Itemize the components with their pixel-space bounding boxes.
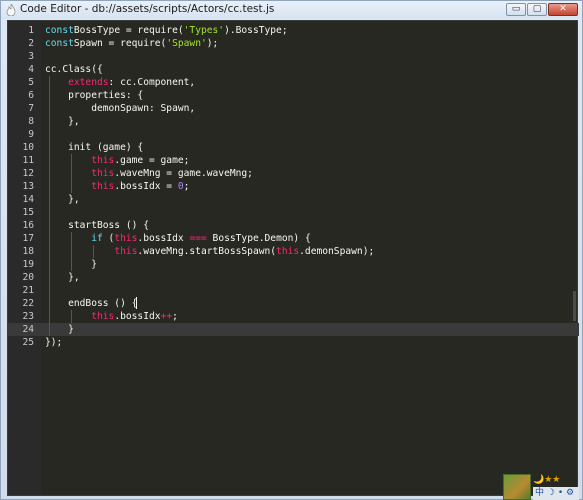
code-text: this.waveMng.startBossSpawn(this.demonSp… [114,246,375,257]
code-line[interactable]: 17 if (this.bossIdx === BossType.Demon) … [8,232,579,245]
code-line[interactable]: 10 init (game) { [8,141,579,154]
line-number: 1 [28,25,34,36]
code-line[interactable]: 22 endBoss () { [8,297,579,310]
system-tray[interactable]: 🌙★★ 中 ☽ • ⚙ [503,474,581,500]
code-line[interactable]: 4 cc.Class({ [8,63,579,76]
line-number: 9 [28,129,34,140]
line-number: 3 [28,51,34,62]
editor-panel[interactable]: 1 constBossType = require('Types').BossTy… [7,20,579,496]
code-editor-window: Code Editor - db://assets/scripts/Actors… [0,0,583,500]
line-number: 17 [22,233,34,244]
code-line[interactable]: 5 extends: cc.Component, [8,76,579,89]
title-bar[interactable]: Code Editor - db://assets/scripts/Actors… [1,1,582,19]
line-number: 10 [22,142,34,153]
code-line[interactable]: 6 properties: { [8,89,579,102]
code-text: }, [45,116,80,127]
line-number: 5 [28,77,34,88]
code-line[interactable]: 9 [8,128,579,141]
minimize-button[interactable]: ▭ [506,3,526,16]
app-flame-icon [6,4,16,16]
line-number: 4 [28,64,34,75]
line-number: 8 [28,116,34,127]
indent-guide [93,245,94,258]
code-line[interactable]: 24 } [8,323,579,336]
line-number: 25 [22,337,34,348]
code-text: constBossType = require('Types').BossTyp… [45,25,288,36]
line-number: 21 [22,285,34,296]
line-number: 22 [22,298,34,309]
ime-indicator[interactable]: 中 ☽ • ⚙ [533,487,579,500]
code-text: properties: { [45,90,144,101]
indent-guide [71,310,72,323]
code-text: cc.Class({ [45,64,103,75]
line-number: 7 [28,103,34,114]
ime-settings-icon: ☽ • ⚙ [546,488,575,498]
line-number: 20 [22,272,34,283]
window-title: Code Editor - db://assets/scripts/Actors… [20,3,275,15]
code-text: constSpawn = require('Spawn'); [45,38,219,49]
line-number: 11 [22,155,34,166]
avatar[interactable] [503,474,531,500]
code-line[interactable]: 25}); [8,336,579,349]
code-line[interactable]: 1 constBossType = require('Types').BossTy… [8,24,579,37]
code-text: this.bossIdx = 0; [91,181,190,192]
indent-guide [49,76,50,336]
line-number: 24 [22,324,34,335]
line-number: 13 [22,181,34,192]
code-text: startBoss () { [45,220,149,231]
code-line[interactable]: 2 constSpawn = require('Spawn'); [8,37,579,50]
code-line[interactable]: 11 this.game = game; [8,154,579,167]
code-line[interactable]: 15 [8,206,579,219]
code-line[interactable]: 19 } [8,258,579,271]
maximize-button[interactable]: ▢ [527,3,547,16]
line-number: 12 [22,168,34,179]
code-text: if (this.bossIdx === BossType.Demon) { [91,233,311,244]
code-line[interactable]: 14 }, [8,193,579,206]
code-text: }, [45,272,80,283]
code-line[interactable]: 23 this.bossIdx++; [8,310,579,323]
code-text: }, [45,194,80,205]
close-button[interactable]: ✕ [548,3,578,16]
line-number: 15 [22,207,34,218]
code-text: endBoss () { [45,298,138,309]
code-line[interactable]: 7 demonSpawn: Spawn, [8,102,579,115]
code-text: }); [45,337,63,348]
line-number: 6 [28,90,34,101]
code-text: this.bossIdx++; [91,311,178,322]
code-line[interactable]: 12 this.waveMng = game.waveMng; [8,167,579,180]
code-line[interactable]: 3 [8,50,579,63]
line-number: 2 [28,38,34,49]
code-text: this.waveMng = game.waveMng; [91,168,253,179]
ime-language-label: 中 [535,488,545,498]
text-cursor [136,297,137,309]
line-number: 16 [22,220,34,231]
code-line[interactable]: 8 }, [8,115,579,128]
indent-guide [71,154,72,193]
line-number: 18 [22,246,34,257]
code-text: init (game) { [45,142,144,153]
code-line[interactable]: 21 [8,284,579,297]
tray-status-icons: 🌙★★ [533,475,561,485]
code-text: this.game = game; [91,155,190,166]
line-number: 23 [22,311,34,322]
code-line[interactable]: 13 this.bossIdx = 0; [8,180,579,193]
line-number: 19 [22,259,34,270]
indent-guide [71,232,72,271]
code-line[interactable]: 20 }, [8,271,579,284]
line-number: 14 [22,194,34,205]
scrollbar-thumb[interactable] [573,291,576,321]
code-text: demonSpawn: Spawn, [45,103,196,114]
code-text: extends: cc.Component, [68,77,196,88]
code-line[interactable]: 16 startBoss () { [8,219,579,232]
